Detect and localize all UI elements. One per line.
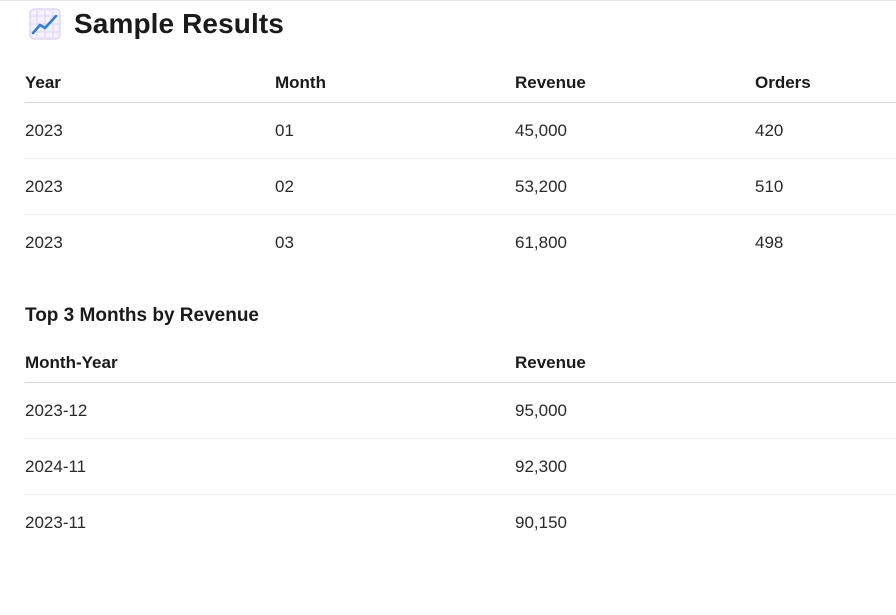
cell-revenue: 45,000 [515, 102, 755, 159]
page-title: Sample Results [74, 8, 284, 39]
column-header-month[interactable]: Month [275, 63, 515, 103]
column-header-year[interactable]: Year [25, 63, 275, 103]
cell-month: 01 [275, 102, 515, 159]
cell-year: 2023 [25, 102, 275, 159]
column-header-month-year[interactable]: Month-Year [25, 343, 515, 383]
cell-year: 2023 [25, 232, 63, 252]
results-table: Year Month Revenue Orders 2023 01 45,000… [25, 63, 896, 270]
cell-orders: 420 [755, 102, 896, 159]
cell-orders: 510 [755, 158, 896, 215]
table-header-row: Year Month Revenue Orders [25, 63, 896, 103]
table-row: 2023 02 53,200 510 [25, 158, 896, 215]
cell-month-year: 2024-11 [25, 438, 515, 495]
cell-revenue: 95,000 [515, 382, 896, 439]
cell-revenue: 90,150 [515, 512, 567, 532]
cell-month-year: 2023-11 [25, 512, 87, 532]
column-header-revenue[interactable]: Revenue [515, 343, 896, 383]
chart-increasing-icon [29, 8, 61, 40]
top-months-heading: Top 3 Months by Revenue [25, 305, 260, 326]
cell-revenue: 53,200 [515, 158, 755, 215]
cell-revenue: 92,300 [515, 438, 896, 495]
page-header: Sample Results [29, 5, 284, 43]
top-months-table: Month-Year Revenue 2023-12 95,000 2024-1… [25, 343, 896, 550]
column-header-revenue[interactable]: Revenue [515, 63, 755, 103]
cell-orders: 498 [755, 232, 784, 252]
table-header-row: Month-Year Revenue [25, 343, 896, 383]
cell-revenue: 61,800 [515, 232, 567, 252]
column-header-orders[interactable]: Orders [755, 63, 896, 103]
top-divider [0, 0, 896, 1]
cell-month-year: 2023-12 [25, 382, 515, 439]
table-row: 2024-11 92,300 [25, 438, 896, 495]
table-row: 2023 03 61,800 498 [25, 215, 896, 271]
table-row: 2023-12 95,000 [25, 382, 896, 439]
cell-month: 02 [275, 158, 515, 215]
table-row: 2023 01 45,000 420 [25, 102, 896, 159]
cell-month: 03 [275, 232, 294, 252]
cell-year: 2023 [25, 158, 275, 215]
table-row: 2023-11 90,150 [25, 495, 896, 551]
